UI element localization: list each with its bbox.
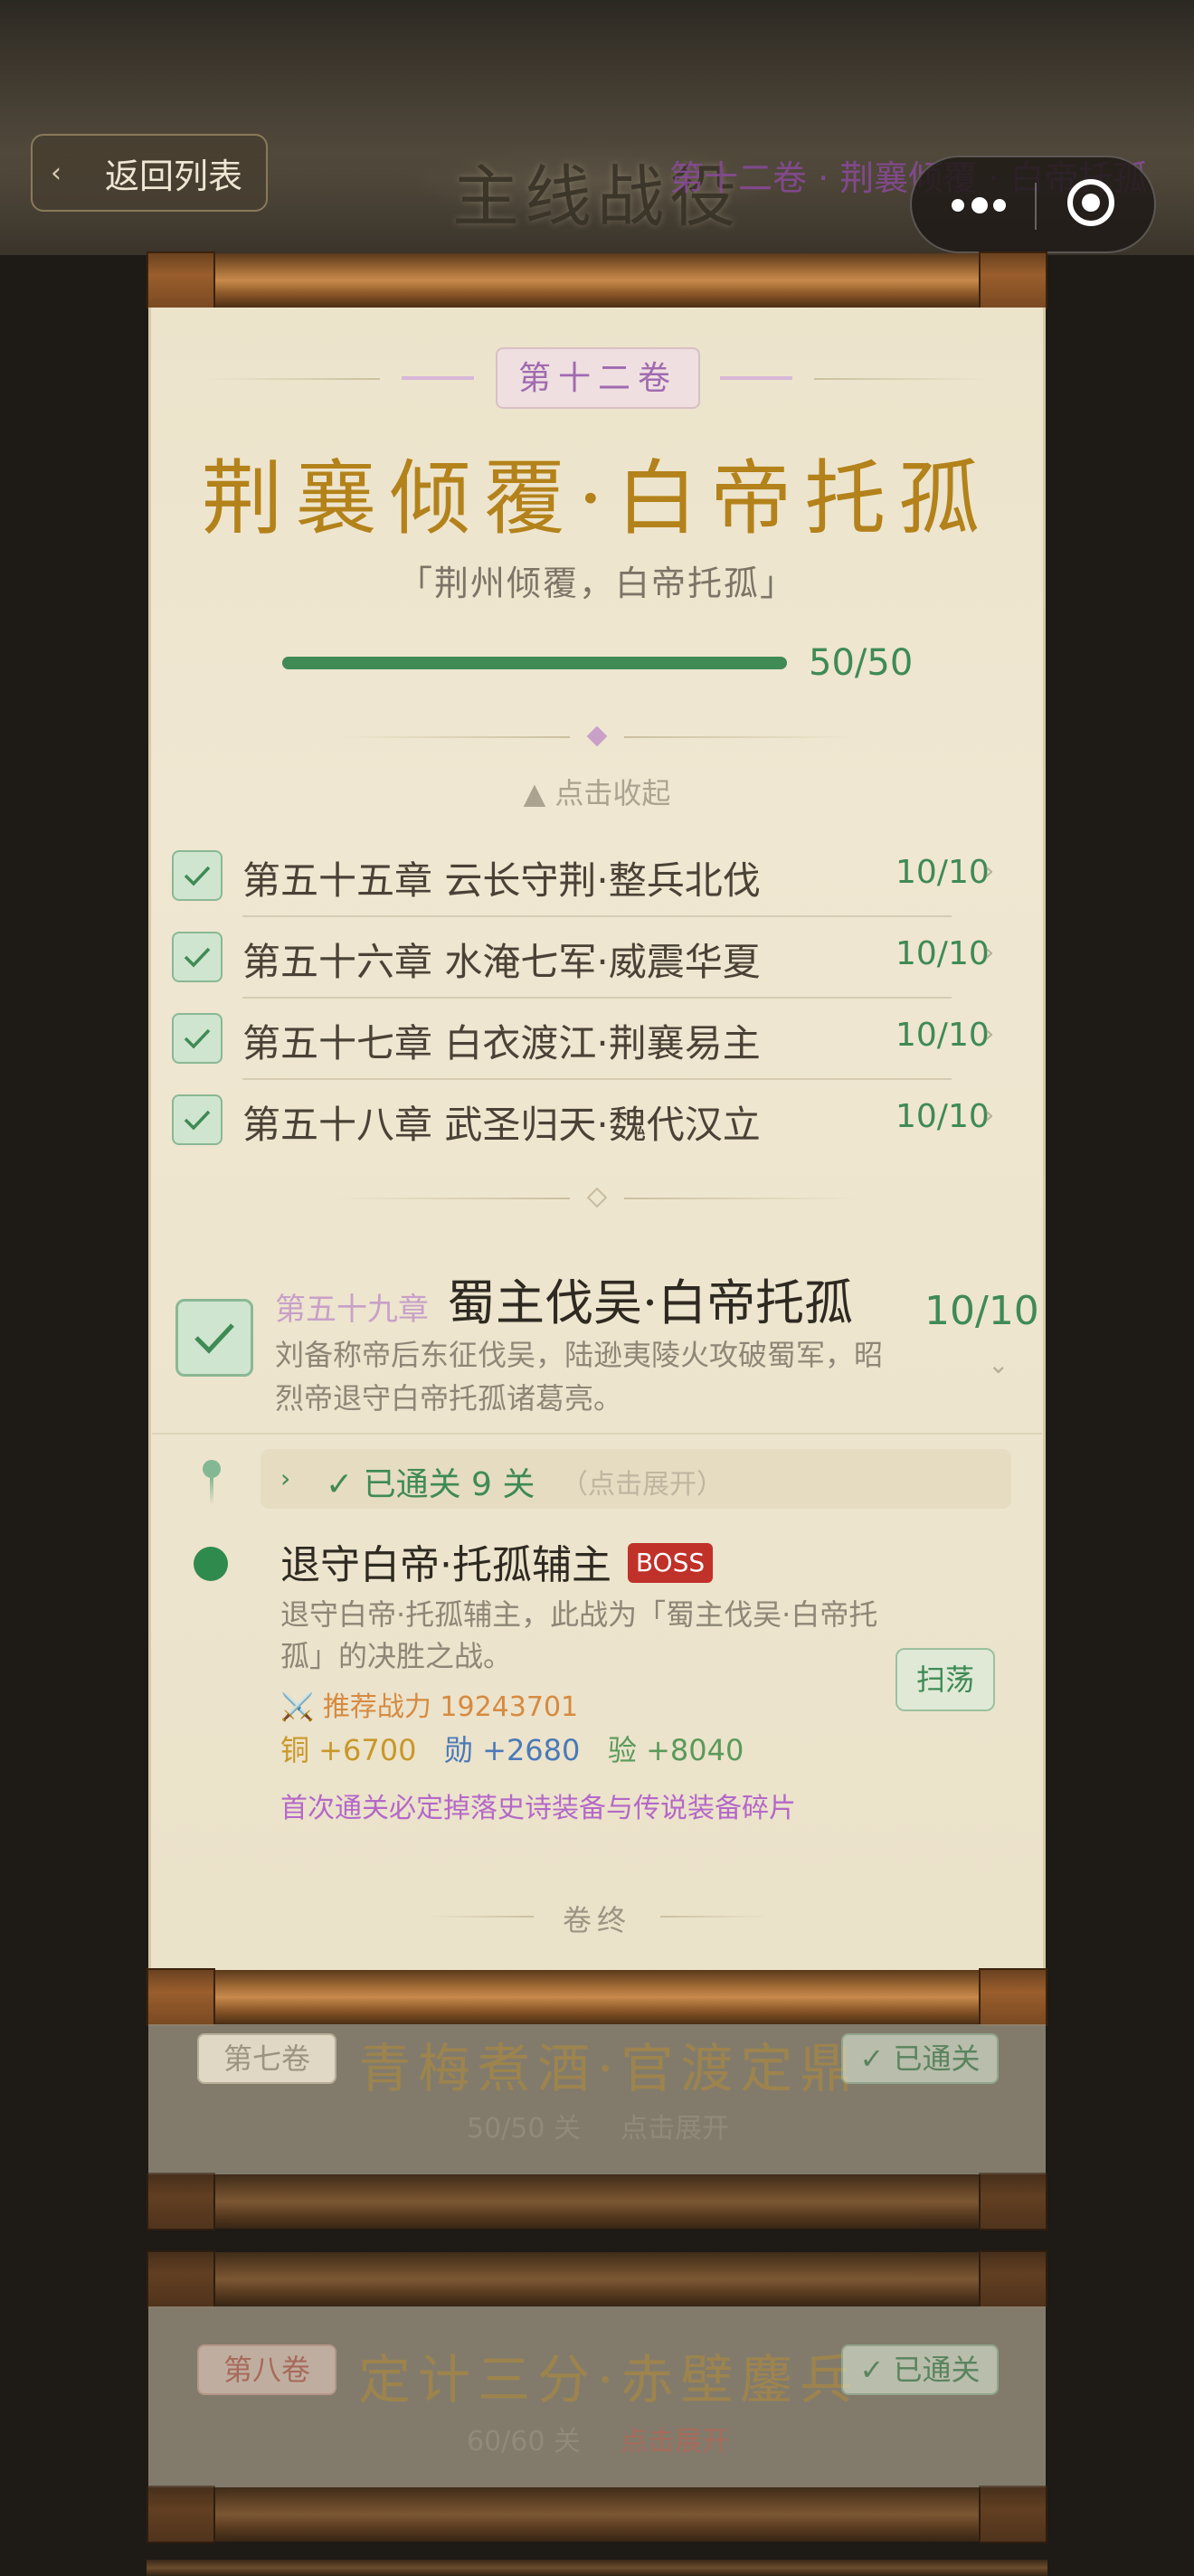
chevron-right-icon: ›	[984, 1100, 995, 1130]
chevron-right-icon: ›	[984, 1018, 995, 1048]
chapter-name: 第五十七章 白衣渡江·荆襄易主	[242, 1021, 761, 1065]
chapter-row[interactable]: 第五十七章 白衣渡江·荆襄易主 10/10 ›	[172, 999, 1022, 1080]
chevron-down-icon[interactable]: ⌄	[988, 1350, 1009, 1379]
chapter-row[interactable]: 第五十八章 武圣归天·魏代汉立 10/10 ›	[172, 1080, 1022, 1161]
volume-title: 青梅煮酒·官渡定鼎	[358, 2038, 860, 2099]
scroll-rod	[147, 2560, 1047, 2576]
chevron-right-icon: ›	[984, 856, 995, 886]
collapse-toggle[interactable]: ▲ 点击收起	[148, 771, 1046, 812]
volume-quote: 「荆州倾覆，白帝托孤」	[397, 564, 796, 603]
stage-desc: 退守白帝·托孤辅主，此战为「蜀主伐吴·白帝托孤」的决胜之战。	[280, 1597, 878, 1673]
sweep-button[interactable]: 扫荡	[896, 1648, 995, 1711]
volume-end-label: 卷终	[562, 1903, 631, 1937]
expand-link[interactable]: 点击展开	[621, 2106, 729, 2145]
volume-tag: 第七卷	[197, 2033, 336, 2084]
chapter-row[interactable]: 第五十六章 水淹七军·威震华夏 10/10 ›	[172, 917, 1022, 999]
drop-note: 首次通关必定掉落史诗装备与传说装备碎片	[280, 1793, 796, 1824]
check-icon	[172, 1094, 223, 1145]
check-icon: ✓	[859, 2353, 894, 2387]
timeline-current-dot	[194, 1547, 228, 1581]
volume-pass-badge: ✓ 已通关	[841, 2033, 999, 2084]
current-chapter-tag: 第五十九章	[275, 1292, 429, 1328]
more-icon[interactable]	[952, 192, 1006, 219]
chapter-name: 第五十五章 云长守荆·整兵北伐	[242, 858, 761, 903]
chevron-left-icon: ‹	[51, 156, 62, 189]
volume-tag: 第十二卷	[496, 347, 700, 409]
check-icon	[172, 932, 223, 982]
boss-badge: BOSS	[628, 1543, 713, 1583]
cleared-hint: （点击展开）	[561, 1469, 724, 1501]
chevron-right-icon: ›	[280, 1463, 291, 1493]
chevron-right-icon: ›	[984, 937, 995, 967]
mini-program-capsule	[910, 156, 1156, 253]
scroll-rod	[147, 2486, 1047, 2543]
check-icon	[175, 1299, 253, 1377]
volume-title: 定计三分·赤壁鏖兵	[358, 2349, 860, 2410]
cleared-text: 已通关 9 关	[363, 1466, 535, 1503]
volume-tag: 第八卷	[197, 2344, 336, 2395]
cleared-stages-toggle[interactable]: › ✓ 已通关 9 关 （点击展开）	[261, 1449, 1011, 1509]
chapter-name: 第五十八章 武圣归天·魏代汉立	[242, 1103, 761, 1147]
check-icon	[172, 850, 223, 901]
volume-pass-badge: ✓ 已通关	[841, 2344, 999, 2395]
chapter-name: 第五十六章 水淹七军·威震华夏	[242, 940, 761, 984]
current-chapter-name: 蜀主伐吴·白帝托孤	[447, 1274, 854, 1331]
current-chapter-desc: 刘备称帝后东征伐吴，陆逊夷陵火攻破蜀军，昭烈帝退守白帝托孤诸葛亮。	[275, 1338, 884, 1416]
check-icon	[172, 1013, 223, 1064]
scroll-rod	[147, 2173, 1047, 2230]
volume-title: 荆襄倾覆·白帝托孤	[201, 451, 993, 546]
reward-merit: 勋 +2680	[443, 1733, 581, 1767]
volume-progress-text: 50/50 关	[467, 2113, 581, 2145]
chapter-count: 10/10	[896, 935, 990, 972]
chapter-count: 10/10	[896, 1098, 990, 1135]
volume-progress-text: 60/60 关	[467, 2426, 581, 2458]
stage-rewards: 铜 +6700 勋 +2680 验 +8040	[280, 1728, 744, 1769]
recommended-power: 推荐战力 19243701	[322, 1691, 579, 1723]
stage-name: 退守白帝·托孤辅主	[280, 1542, 611, 1588]
volume-pass-label: 已通关	[893, 2353, 981, 2387]
back-button-label: 返回列表	[105, 156, 243, 196]
volume-progress-fill	[282, 657, 787, 669]
timeline-dot	[203, 1460, 221, 1478]
scroll-rod-top	[147, 251, 1047, 309]
volume-pass-label: 已通关	[893, 2041, 981, 2076]
chapter-count: 10/10	[896, 1017, 990, 1054]
chapter-row[interactable]: 第五十五章 云长守荆·整兵北伐 10/10 ›	[172, 836, 1022, 917]
volume-progress-text: 50/50	[809, 642, 914, 684]
check-icon: ✓	[326, 1466, 364, 1503]
crossed-swords-icon: ⚔️	[280, 1691, 323, 1723]
scroll-rod	[147, 2250, 1047, 2308]
timeline-line	[210, 1478, 213, 1505]
current-chapter-count: 10/10	[924, 1288, 1039, 1334]
expand-link[interactable]: 点击展开	[621, 2419, 729, 2458]
chapter-count: 10/10	[896, 854, 990, 891]
back-button[interactable]: ‹ 返回列表	[31, 134, 268, 212]
close-target-icon[interactable]	[1067, 179, 1114, 226]
reward-exp: 验 +8040	[607, 1733, 744, 1767]
check-icon: ✓	[859, 2041, 894, 2076]
scroll-rod-bottom	[147, 1968, 1047, 2026]
reward-copper: 铜 +6700	[280, 1733, 417, 1767]
